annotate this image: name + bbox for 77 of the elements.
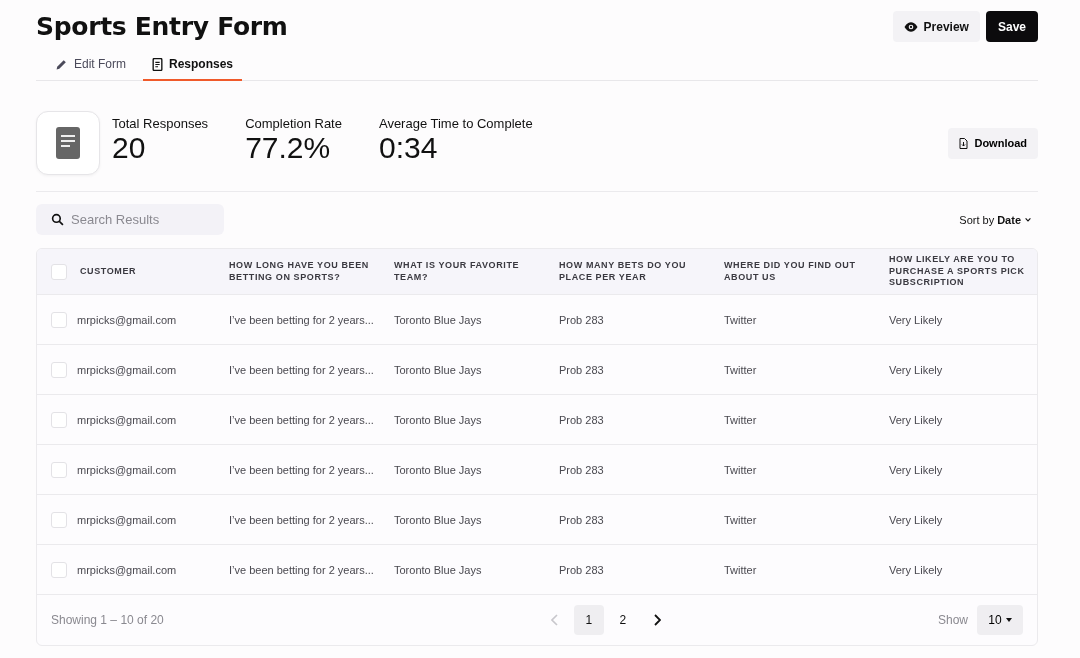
- stat-label: Total Responses: [112, 115, 209, 131]
- sort-dropdown[interactable]: Sort by Date: [959, 213, 1038, 226]
- checkbox[interactable]: [51, 311, 67, 328]
- checkbox[interactable]: [51, 511, 67, 528]
- preview-button[interactable]: Preview: [892, 11, 980, 42]
- page-button[interactable]: 2: [607, 605, 638, 635]
- table-cell: I’ve been betting for 2 years...: [229, 513, 374, 526]
- tab[interactable]: Edit Form: [46, 49, 135, 81]
- table-cell: Very Likely: [889, 513, 943, 526]
- chevron-right-icon: [652, 614, 661, 626]
- table-cell: Prob 283: [559, 363, 604, 376]
- column-header: HOW MANY BETS DO YOU PLACE PER YEAR: [559, 260, 688, 283]
- table-cell: Toronto Blue Jays: [394, 563, 482, 576]
- table-cell: I’ve been betting for 2 years...: [229, 413, 374, 426]
- checkbox[interactable]: [51, 263, 67, 280]
- table-cell: mrpicks@gmail.com: [77, 413, 177, 426]
- table-cell: mrpicks@gmail.com: [77, 563, 177, 576]
- table-cell: Toronto Blue Jays: [394, 363, 482, 376]
- table-cell: Prob 283: [559, 563, 604, 576]
- checkbox[interactable]: [51, 461, 67, 478]
- table-cell: Prob 283: [559, 413, 604, 426]
- table-cell: Twitter: [724, 413, 757, 426]
- stat-label: Average Time to Complete: [378, 115, 533, 131]
- table-cell: I’ve been betting for 2 years...: [229, 363, 374, 376]
- column-header: HOW LIKELY ARE YOU TO PURCHASE A SPORTS PICK SUBSCRIPTION: [889, 254, 1026, 289]
- table-cell: Very Likely: [889, 413, 943, 426]
- show-label: Show: [937, 613, 968, 627]
- table-cell: Very Likely: [889, 463, 943, 476]
- column-header: HOW LONG HAVE YOU BEEN BETTING ON SPORTS?: [229, 260, 370, 283]
- column-header: WHERE DID YOU FIND OUT ABOUT US: [724, 260, 857, 283]
- table-cell: Toronto Blue Jays: [394, 413, 482, 426]
- table-cell: Toronto Blue Jays: [394, 463, 482, 476]
- stat-value: 0:34: [378, 130, 439, 165]
- results-summary: Showing 1 – 10 of 20: [51, 613, 164, 627]
- column-header: WHAT IS YOUR FAVORITE TEAM?: [394, 260, 521, 283]
- page-title: Sports Entry Form: [36, 12, 288, 41]
- page-size-dropdown[interactable]: 10: [977, 605, 1023, 635]
- table-cell: mrpicks@gmail.com: [77, 463, 177, 476]
- table-cell: Prob 283: [559, 313, 604, 326]
- table-cell: Twitter: [724, 463, 757, 476]
- document-icon: [152, 57, 163, 71]
- table-cell: Very Likely: [889, 363, 943, 376]
- file-download-icon: [959, 137, 969, 149]
- table-cell: I’ve been betting for 2 years...: [229, 313, 374, 326]
- caret-icon: [1005, 618, 1012, 622]
- chevron-left-icon: [550, 614, 559, 626]
- table-cell: Twitter: [724, 363, 757, 376]
- stat-value: 20: [112, 130, 146, 165]
- table-cell: I’ve been betting for 2 years...: [229, 463, 374, 476]
- table-cell: mrpicks@gmail.com: [77, 513, 177, 526]
- checkbox[interactable]: [51, 361, 67, 378]
- page-button[interactable]: 1: [573, 605, 604, 635]
- stat-value: 77.2%: [245, 130, 332, 165]
- table-cell: Toronto Blue Jays: [394, 513, 482, 526]
- download-button[interactable]: Download: [948, 127, 1038, 159]
- table-cell: I’ve been betting for 2 years...: [229, 563, 374, 576]
- document-icon: [56, 127, 80, 159]
- save-button[interactable]: Save: [985, 11, 1038, 42]
- checkbox[interactable]: [51, 561, 67, 578]
- checkbox[interactable]: [51, 411, 67, 428]
- search-field[interactable]: Search Results: [36, 204, 224, 235]
- chevron-down-icon: [1024, 215, 1032, 224]
- eye-icon: [903, 19, 918, 34]
- tab[interactable]: Responses: [143, 49, 243, 81]
- table-cell: Very Likely: [889, 563, 943, 576]
- pencil-icon: [55, 57, 68, 71]
- table-cell: mrpicks@gmail.com: [77, 363, 177, 376]
- table-cell: Twitter: [724, 313, 757, 326]
- table-cell: Twitter: [724, 513, 757, 526]
- stat-label: Completion Rate: [245, 115, 342, 131]
- table-cell: Prob 283: [559, 463, 604, 476]
- table-cell: Prob 283: [559, 513, 604, 526]
- table-cell: Very Likely: [889, 313, 943, 326]
- table-cell: mrpicks@gmail.com: [77, 313, 177, 326]
- table-cell: Toronto Blue Jays: [394, 313, 482, 326]
- table-cell: Twitter: [724, 563, 757, 576]
- column-header: CUSTOMER: [80, 265, 137, 278]
